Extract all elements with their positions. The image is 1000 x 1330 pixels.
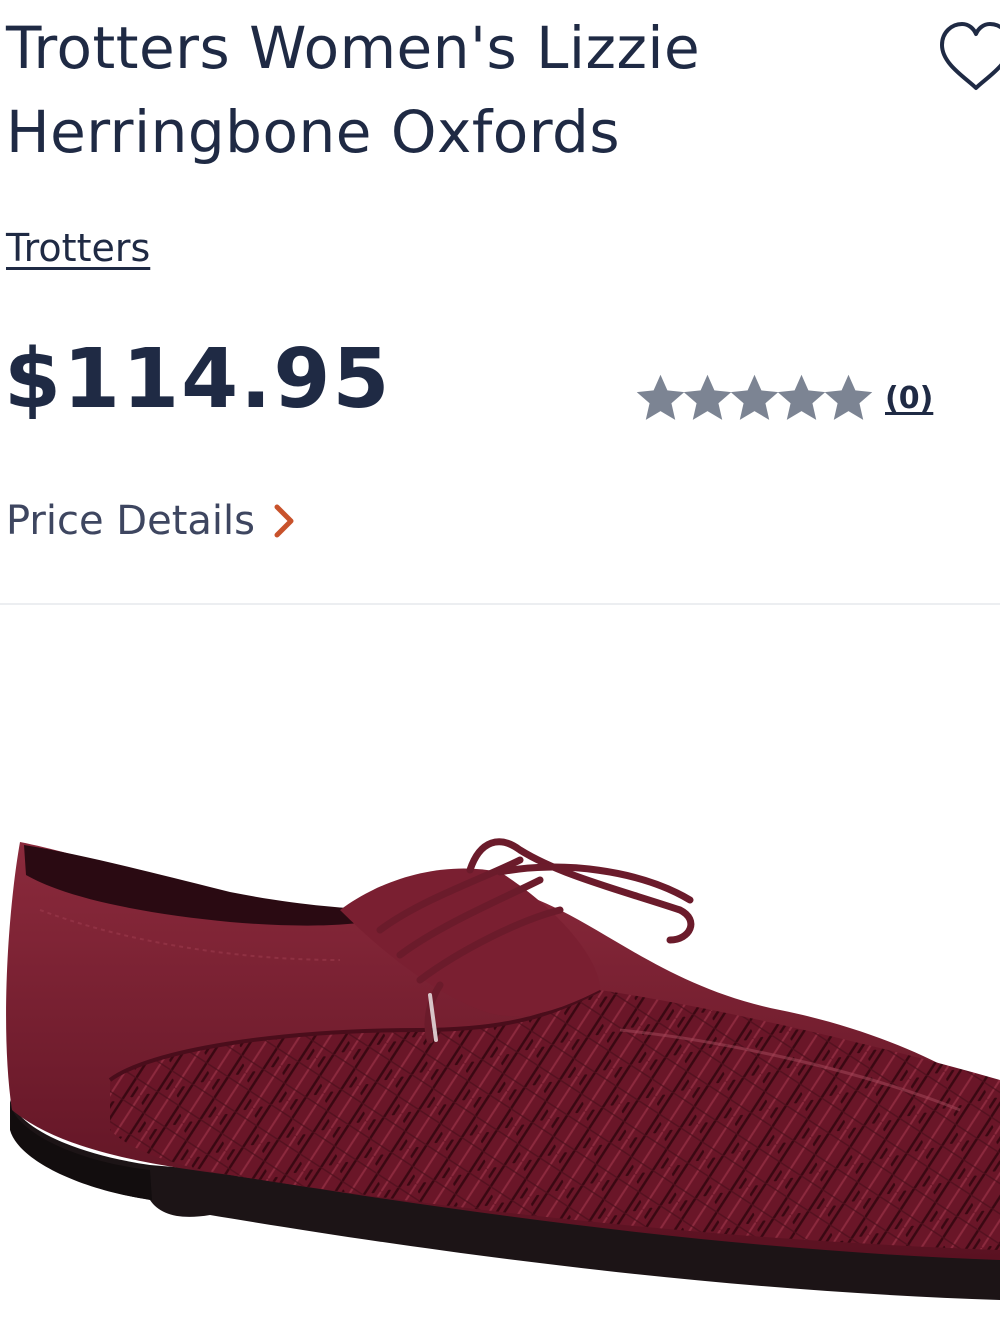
product-image[interactable]	[0, 610, 1000, 1330]
review-count-link[interactable]: (0)	[885, 381, 933, 416]
rating-summary[interactable]: (0)	[632, 368, 933, 428]
product-title: Trotters Women's Lizzie Herringbone Oxfo…	[6, 14, 701, 166]
star-rating	[632, 370, 873, 427]
product-price: $114.95	[4, 332, 392, 427]
chevron-right-icon	[274, 504, 294, 538]
price-details-button[interactable]: Price Details	[6, 494, 297, 548]
section-divider	[0, 603, 1000, 605]
price-details-label: Price Details	[6, 498, 255, 544]
heart-icon[interactable]	[936, 18, 1000, 98]
star-icon	[824, 374, 873, 420]
brand-link[interactable]: Trotters	[6, 222, 150, 274]
